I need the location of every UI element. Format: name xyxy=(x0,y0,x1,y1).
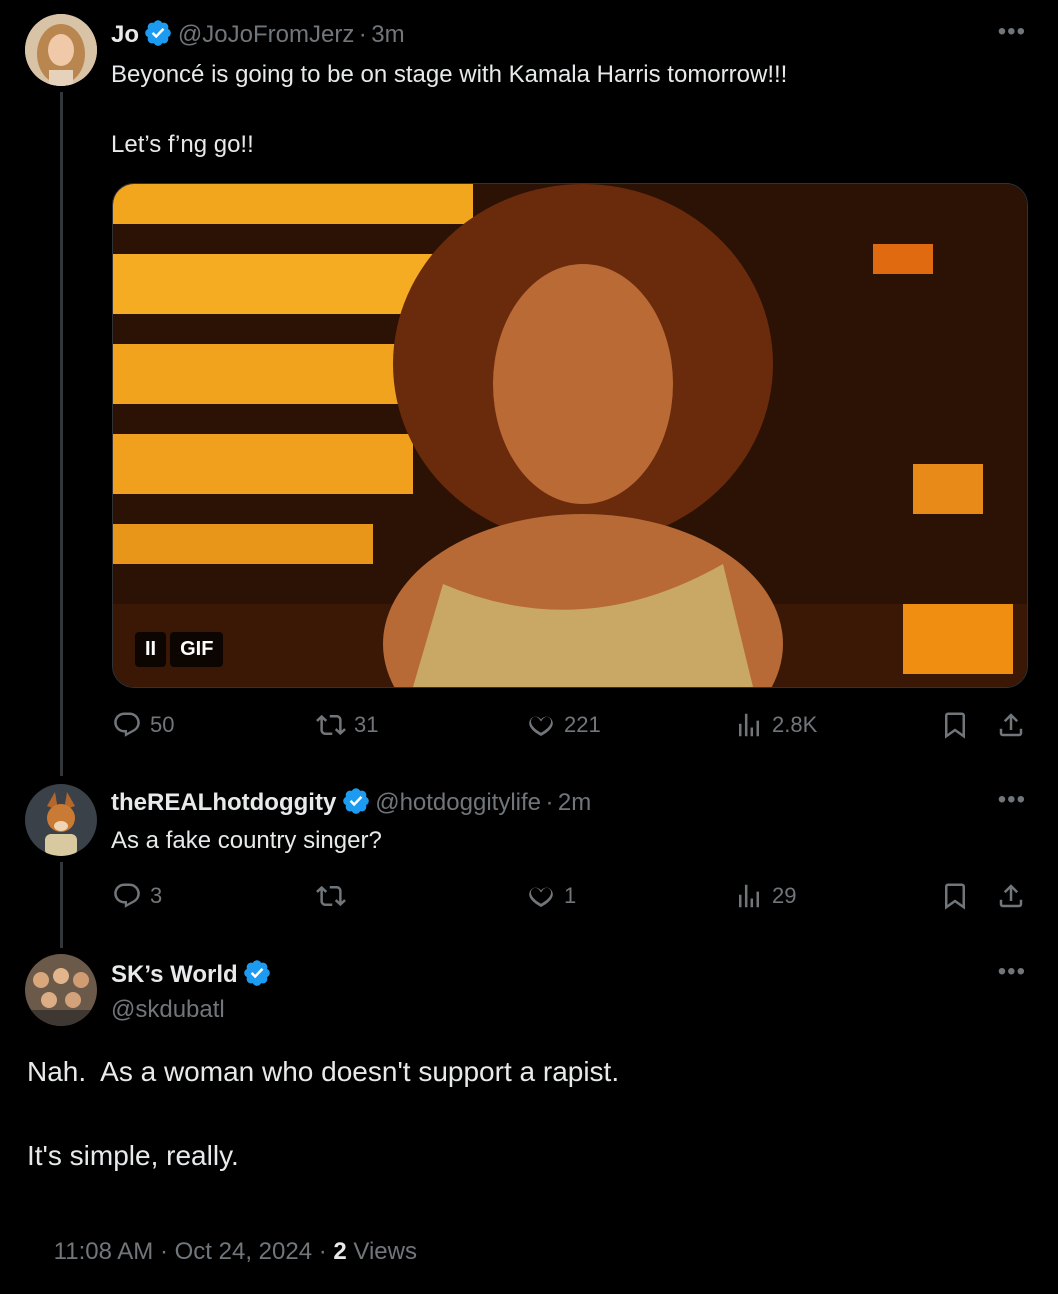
author-handle[interactable]: @JoJoFromJerz xyxy=(178,21,354,48)
gif-media[interactable]: II GIF xyxy=(112,183,1028,688)
retweet-icon xyxy=(316,714,346,736)
views-icon xyxy=(739,884,759,908)
reply-count: 50 xyxy=(150,712,175,737)
verified-icon xyxy=(145,20,172,46)
thread-line xyxy=(60,92,63,776)
author-name[interactable]: theREALhotdoggity xyxy=(111,789,336,816)
gif-label: GIF xyxy=(170,632,224,667)
like-count: 221 xyxy=(564,712,601,737)
tweet-text: It's simple, really. xyxy=(27,1140,239,1171)
bookmark-button[interactable] xyxy=(940,881,970,911)
like-button[interactable]: 221 xyxy=(526,710,601,740)
tweet-timestamp[interactable]: 11:08 AM · Oct 24, 2024 · xyxy=(54,1238,334,1265)
views-label: Views xyxy=(346,1238,417,1265)
share-button[interactable] xyxy=(996,710,1026,740)
more-icon[interactable]: ••• xyxy=(998,18,1026,46)
retweet-button[interactable]: 31 xyxy=(316,710,378,740)
author-name[interactable]: Jo xyxy=(111,21,139,48)
separator-dot: · xyxy=(358,21,367,48)
views-button[interactable]: 29 xyxy=(734,881,796,911)
tweet-meta: 11:08 AM · Oct 24, 2024 · 2 Views xyxy=(27,1210,417,1294)
bookmark-button[interactable] xyxy=(940,710,970,740)
reply-icon xyxy=(114,883,140,908)
share-icon xyxy=(999,884,1023,908)
author-name[interactable]: SK’s World xyxy=(111,961,238,988)
reply-icon xyxy=(114,712,140,737)
tweet-text: As a fake country singer? xyxy=(111,827,382,854)
reply-count: 3 xyxy=(150,883,163,908)
like-icon xyxy=(529,887,553,908)
views-count: 2 xyxy=(333,1238,347,1265)
reply-button[interactable]: 50 xyxy=(112,710,174,740)
views-button[interactable]: 2.8K xyxy=(734,710,817,740)
views-count: 2.8K xyxy=(772,712,818,737)
author-handle[interactable]: @hotdoggitylife xyxy=(375,789,541,816)
bookmark-icon xyxy=(945,883,965,910)
tweet-time[interactable]: 2m xyxy=(558,789,591,816)
like-button[interactable]: 1 xyxy=(526,881,576,911)
author-handle[interactable]: @skdubatl xyxy=(111,996,225,1024)
verified-icon xyxy=(244,960,270,986)
avatar[interactable] xyxy=(25,784,97,856)
reply-button[interactable]: 3 xyxy=(112,881,162,911)
tweet-text: Nah. As a woman who doesn't support a ra… xyxy=(27,1056,620,1087)
gif-badge[interactable]: II GIF xyxy=(135,632,224,667)
like-icon xyxy=(529,716,553,737)
verified-icon xyxy=(342,788,369,814)
tweet-time[interactable]: 3m xyxy=(371,21,404,48)
share-button[interactable] xyxy=(996,881,1026,911)
avatar[interactable] xyxy=(25,954,97,1026)
views-icon xyxy=(739,713,759,737)
tweet-text: Beyoncé is going to be on stage with Kam… xyxy=(111,61,788,88)
views-count: 29 xyxy=(772,883,797,908)
retweet-icon xyxy=(316,885,346,907)
thread-line xyxy=(60,862,63,948)
retweet-count: 31 xyxy=(354,712,379,737)
pause-icon[interactable]: II xyxy=(135,632,167,667)
gif-image xyxy=(113,184,1027,687)
tweet-text: Let’s f’ng go!! xyxy=(111,131,254,158)
separator-dot: · xyxy=(545,789,554,816)
more-icon[interactable]: ••• xyxy=(998,786,1026,814)
retweet-button[interactable] xyxy=(316,881,354,911)
avatar[interactable] xyxy=(25,14,97,86)
share-icon xyxy=(999,713,1023,737)
bookmark-icon xyxy=(945,712,965,739)
like-count: 1 xyxy=(564,883,577,908)
more-icon[interactable]: ••• xyxy=(998,958,1026,986)
